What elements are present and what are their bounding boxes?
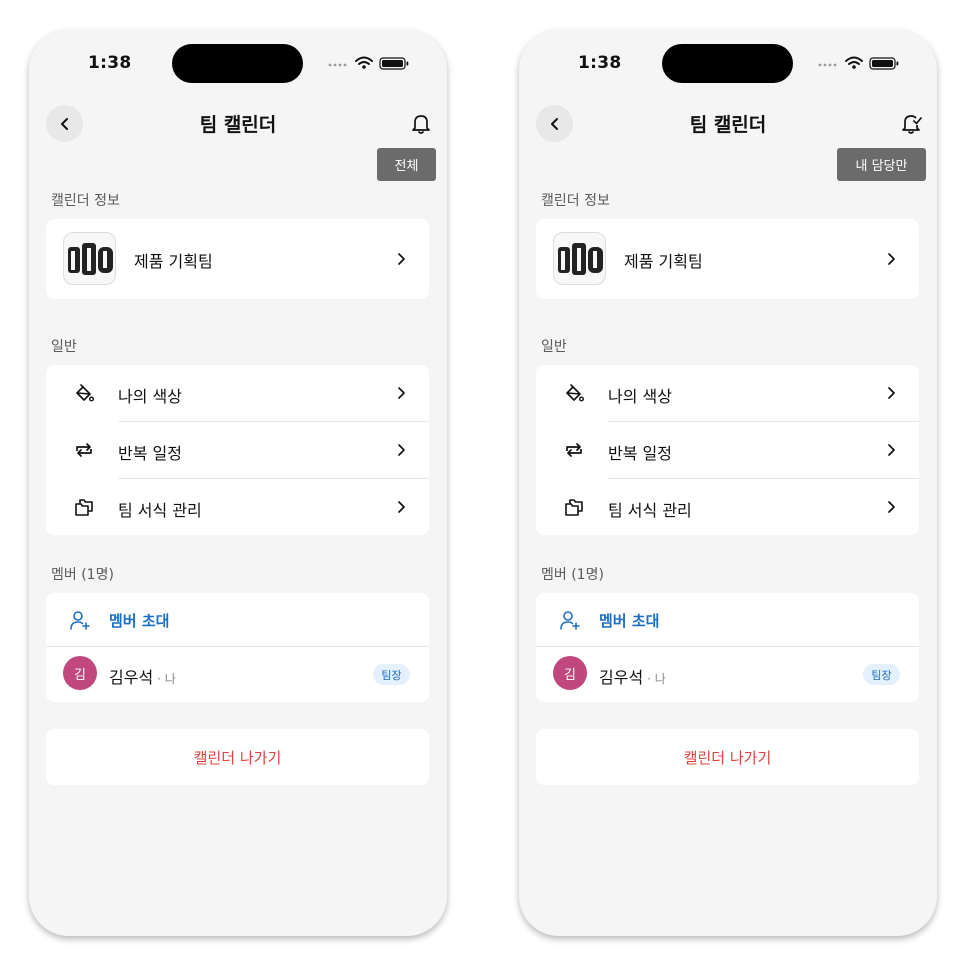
signal-icon bbox=[818, 63, 837, 67]
chevron-right-icon bbox=[398, 501, 405, 513]
chevron-right-icon bbox=[398, 253, 405, 265]
filter-tooltip: 내 담당만 bbox=[837, 148, 926, 181]
role-badge: 팀장 bbox=[373, 664, 410, 685]
settings-row-label: 나의 색상 bbox=[118, 387, 182, 406]
settings-row-my-color[interactable]: 나의 색상 bbox=[536, 365, 919, 421]
invite-member-label: 멤버 초대 bbox=[599, 612, 660, 630]
chevron-right-icon bbox=[888, 444, 895, 456]
chevron-right-icon bbox=[888, 387, 895, 399]
wifi-icon bbox=[355, 56, 373, 65]
settings-row-label: 팀 서식 관리 bbox=[608, 501, 692, 520]
signal-icon bbox=[328, 63, 347, 67]
user-plus-icon bbox=[560, 611, 580, 630]
chevron-right-icon bbox=[398, 444, 405, 456]
settings-row-label: 반복 일정 bbox=[608, 444, 672, 463]
avatar: 김 bbox=[553, 656, 587, 690]
settings-row-label: 나의 색상 bbox=[608, 387, 672, 406]
settings-row-repeat[interactable]: 반복 일정 bbox=[46, 422, 429, 478]
leave-calendar-label: 캘린더 나가기 bbox=[193, 749, 282, 767]
section-label-general: 일반 bbox=[51, 339, 77, 355]
status-time: 1:38 bbox=[88, 53, 132, 73]
repeat-icon bbox=[76, 443, 92, 457]
paint-bucket-icon bbox=[76, 384, 95, 402]
status-icons bbox=[818, 56, 899, 70]
member-item[interactable]: 김우석 · 나 bbox=[599, 664, 666, 688]
dynamic-island bbox=[662, 44, 793, 83]
status-time: 1:38 bbox=[578, 53, 622, 73]
chevron-right-icon bbox=[888, 501, 895, 513]
status-icons bbox=[328, 56, 409, 70]
team-logo bbox=[553, 232, 606, 285]
member-self-indicator: · 나 bbox=[647, 672, 666, 686]
user-plus-icon bbox=[70, 611, 90, 630]
member-name: 김우석 bbox=[109, 668, 154, 687]
settings-row-repeat[interactable]: 반복 일정 bbox=[536, 422, 919, 478]
wifi-icon bbox=[845, 56, 863, 65]
invite-member-button[interactable]: 멤버 초대 bbox=[536, 593, 919, 646]
settings-row-templates[interactable]: 팀 서식 관리 bbox=[536, 479, 919, 535]
team-name: 제품 기획팀 bbox=[624, 252, 703, 271]
phone-screen-mine: 1:38 팀 캘린더 내 담당만 캘린더 정보 제품 기획팀 일반 나의 색상 … bbox=[519, 30, 937, 936]
team-card[interactable]: 제품 기획팀 bbox=[46, 219, 429, 299]
member-self-indicator: · 나 bbox=[157, 672, 176, 686]
page-title: 팀 캘린더 bbox=[689, 114, 767, 136]
section-label-calendar-info: 캘린더 정보 bbox=[51, 193, 120, 209]
section-label-members: 멤버 (1명) bbox=[51, 567, 114, 583]
member-divider bbox=[536, 646, 919, 647]
battery-icon bbox=[379, 57, 409, 70]
chevron-right-icon bbox=[398, 387, 405, 399]
settings-row-label: 팀 서식 관리 bbox=[118, 501, 202, 520]
settings-row-label: 반복 일정 bbox=[118, 444, 182, 463]
battery-icon bbox=[869, 57, 899, 70]
section-label-general: 일반 bbox=[541, 339, 567, 355]
team-name: 제품 기획팀 bbox=[134, 252, 213, 271]
paint-bucket-icon bbox=[566, 384, 585, 402]
member-card: 멤버 초대 김 김우석 · 나 팀장 bbox=[46, 593, 429, 702]
member-item[interactable]: 김우석 · 나 bbox=[109, 664, 176, 688]
settings-row-my-color[interactable]: 나의 색상 bbox=[46, 365, 429, 421]
leave-calendar-button[interactable]: 캘린더 나가기 bbox=[536, 729, 919, 785]
phone-screen-all: 1:38 팀 캘린더 전체 캘린더 정보 제품 기획팀 일반 나의 색상 반복 … bbox=[29, 30, 447, 936]
member-card: 멤버 초대 김 김우석 · 나 팀장 bbox=[536, 593, 919, 702]
general-card: 나의 색상 반복 일정 팀 서식 관리 bbox=[536, 365, 919, 535]
member-name: 김우석 bbox=[599, 668, 644, 687]
bell-filter-icon[interactable] bbox=[900, 112, 922, 134]
bell-icon[interactable] bbox=[410, 112, 432, 134]
role-badge: 팀장 bbox=[863, 664, 900, 685]
page-title: 팀 캘린더 bbox=[199, 114, 277, 136]
team-card[interactable]: 제품 기획팀 bbox=[536, 219, 919, 299]
dynamic-island bbox=[172, 44, 303, 83]
invite-member-label: 멤버 초대 bbox=[109, 612, 170, 630]
section-label-members: 멤버 (1명) bbox=[541, 567, 604, 583]
general-card: 나의 색상 반복 일정 팀 서식 관리 bbox=[46, 365, 429, 535]
chevron-right-icon bbox=[888, 253, 895, 265]
repeat-icon bbox=[566, 443, 582, 457]
member-divider bbox=[46, 646, 429, 647]
folder-copy-icon bbox=[565, 499, 583, 516]
settings-row-templates[interactable]: 팀 서식 관리 bbox=[46, 479, 429, 535]
invite-member-button[interactable]: 멤버 초대 bbox=[46, 593, 429, 646]
filter-tooltip: 전체 bbox=[377, 148, 436, 181]
avatar: 김 bbox=[63, 656, 97, 690]
leave-calendar-label: 캘린더 나가기 bbox=[683, 749, 772, 767]
leave-calendar-button[interactable]: 캘린더 나가기 bbox=[46, 729, 429, 785]
folder-copy-icon bbox=[75, 499, 93, 516]
team-logo bbox=[63, 232, 116, 285]
section-label-calendar-info: 캘린더 정보 bbox=[541, 193, 610, 209]
